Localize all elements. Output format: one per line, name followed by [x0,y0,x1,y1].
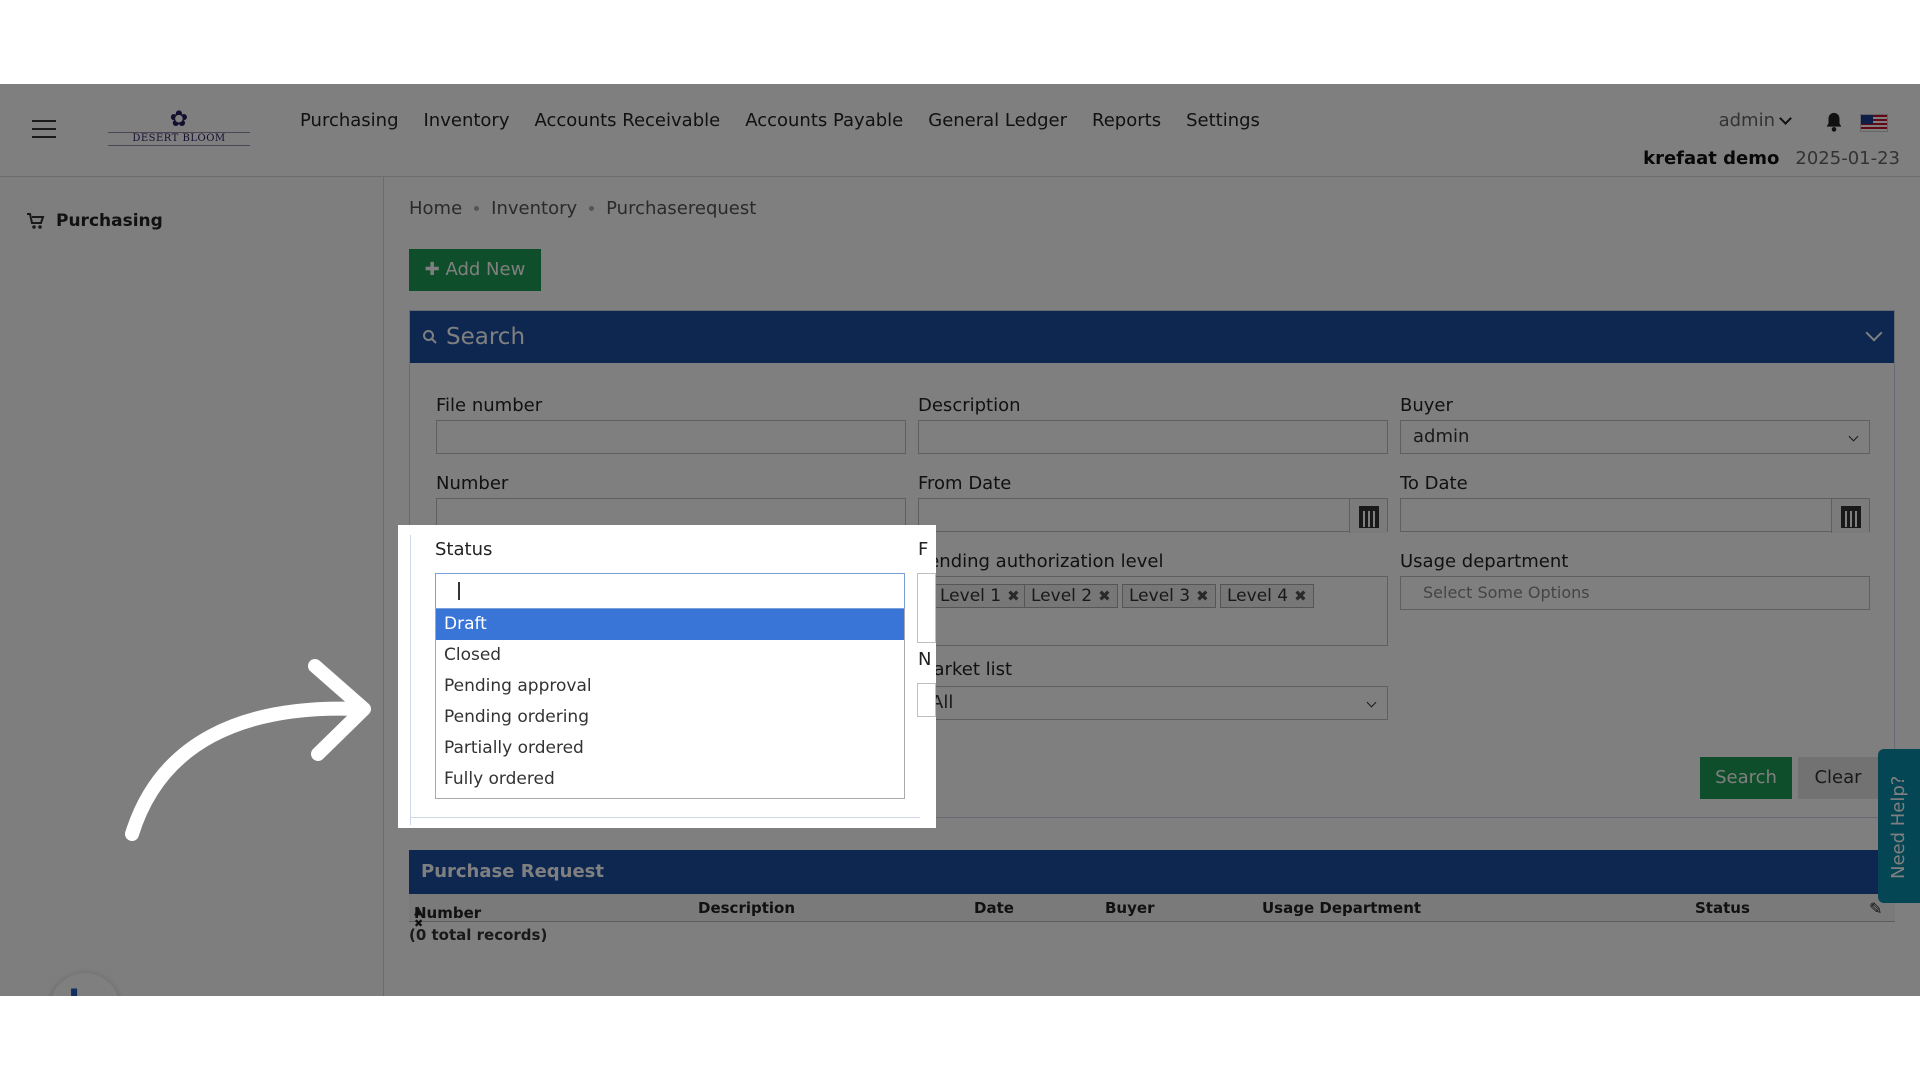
status-search-input[interactable] [435,573,905,609]
status-option-closed[interactable]: Closed [436,640,904,671]
status-option-pending-approval[interactable]: Pending approval [436,671,904,702]
panel-border [410,817,920,818]
status-option-draft[interactable]: Draft [436,609,904,640]
market-list-peek [917,683,936,717]
app-window: ✿ DESERT BLOOM Purchasing Inventory Acco… [0,84,1920,996]
pending-auth-label-peek: F [918,539,929,560]
status-option-fully-ordered[interactable]: Fully ordered [436,764,904,795]
tutorial-dim-overlay [0,84,1920,996]
market-list-label-peek: N [918,649,932,670]
status-label: Status [435,539,493,560]
pending-auth-peek [917,573,936,643]
panel-border [410,535,411,825]
text-caret [458,582,460,600]
status-dropdown-list: Draft Closed Pending approval Pending or… [435,609,905,799]
status-option-pending-ordering[interactable]: Pending ordering [436,702,904,733]
status-option-partially-ordered[interactable]: Partially ordered [436,733,904,764]
status-spotlight: Status Draft Closed Pending approval Pen… [398,525,936,828]
tutorial-arrow-icon [125,659,371,841]
